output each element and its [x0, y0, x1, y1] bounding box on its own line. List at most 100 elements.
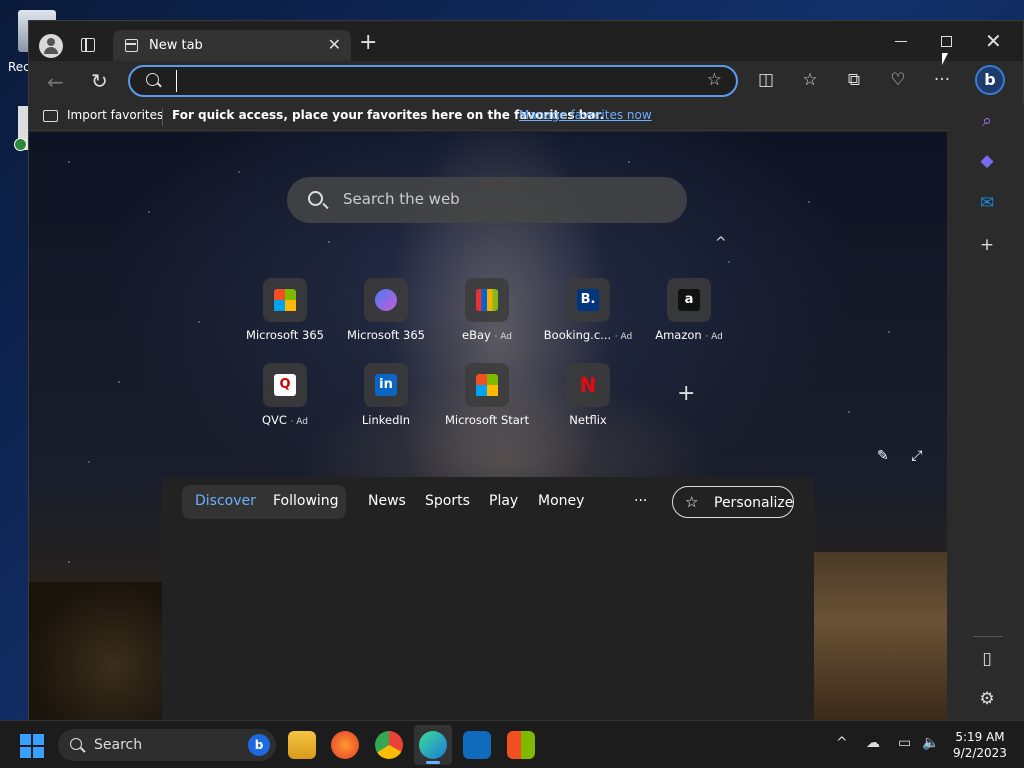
title-bar: New tab ✕ + ✕: [29, 21, 1023, 61]
onedrive-cloud-icon[interactable]: ☁: [866, 735, 880, 751]
search-icon: [146, 73, 159, 86]
show-hidden-icons-chevron-icon[interactable]: ^: [836, 735, 848, 751]
quick-link-label: LinkedIn: [361, 413, 411, 427]
favorites-icon[interactable]: ☆: [799, 70, 821, 90]
sidebar-add-icon[interactable]: +: [949, 235, 1024, 255]
collapse-chevron-icon[interactable]: ^: [715, 235, 727, 251]
sparkle-star-icon: ☆: [685, 493, 699, 511]
close-tab-icon[interactable]: ✕: [328, 35, 341, 54]
start-button[interactable]: [20, 734, 44, 758]
expand-icon[interactable]: ⤢: [911, 448, 922, 464]
tab-play[interactable]: Play: [489, 493, 518, 509]
profile-icon[interactable]: [39, 34, 63, 58]
tab-discover[interactable]: Discover: [195, 493, 256, 509]
taskbar-search[interactable]: Search b: [58, 729, 276, 761]
address-input[interactable]: [176, 70, 696, 92]
file-explorer-icon[interactable]: [288, 731, 316, 759]
search-icon: [308, 191, 323, 206]
edge-sidebar: ⌕ ◆ ✉ + ▯ ⚙: [949, 103, 1024, 721]
quick-link-label: QVC: [261, 413, 287, 427]
firefox-icon[interactable]: [331, 731, 359, 759]
ebay-bag-logo-icon: [465, 278, 509, 322]
microsoft-store-icon[interactable]: [507, 731, 535, 759]
hide-sidebar-icon[interactable]: ▯: [949, 649, 1024, 669]
tab-new-tab[interactable]: New tab ✕: [113, 30, 351, 61]
quick-link-amazon[interactable]: a Amazon · Ad: [641, 278, 737, 358]
add-quick-link-button[interactable]: +: [677, 381, 695, 406]
feed-more-button[interactable]: ···: [634, 493, 647, 509]
volume-icon[interactable]: 🔈: [922, 735, 939, 751]
booking-logo-icon: B.: [566, 278, 610, 322]
recycle-bin-label: Rec: [8, 60, 30, 74]
import-favorites-icon: [43, 110, 58, 122]
new-tab-button[interactable]: +: [359, 32, 377, 54]
quick-link-booking[interactable]: B. Booking.c... · Ad: [540, 278, 636, 358]
tab-following[interactable]: Following: [273, 493, 339, 509]
quick-link-label: Microsoft 365: [246, 328, 324, 342]
amazon-logo-icon: a: [667, 278, 711, 322]
desktop-shortcut-icon[interactable]: [14, 106, 28, 151]
linkedin-logo-icon: in: [364, 363, 408, 407]
microsoft-365-logo-icon: [263, 278, 307, 322]
collections-icon[interactable]: ⧉: [843, 70, 865, 90]
favbar-separator: [162, 108, 163, 126]
outlook-icon[interactable]: [463, 731, 491, 759]
web-search-placeholder: Search the web: [343, 190, 460, 208]
new-tab-page-icon: [125, 39, 138, 52]
microsoft-start-logo-icon: [465, 363, 509, 407]
toolbar: ← ↻ ☆ ◫ ☆ ⧉ ♡ ··· b: [29, 61, 1023, 103]
chrome-icon[interactable]: [375, 731, 403, 759]
taskbar: Search b ^ ☁ ▭ 🔈 5:19 AM 9/2/2023: [0, 720, 1024, 768]
quick-link-linkedin[interactable]: in LinkedIn: [338, 363, 434, 443]
favorites-bar: Import favorites For quick access, place…: [29, 103, 949, 131]
tab-money[interactable]: Money: [538, 493, 584, 509]
personalize-button[interactable]: ☆ Personalize: [672, 486, 794, 518]
check-badge-icon: [14, 138, 27, 151]
bing-copilot-button[interactable]: b: [975, 65, 1005, 95]
quick-link-microsoft-365[interactable]: Microsoft 365: [237, 278, 333, 358]
mouse-cursor: [942, 53, 948, 65]
quick-link-label: Amazon: [655, 328, 702, 342]
sidebar-copilot-icon[interactable]: ◆: [949, 151, 1024, 171]
quick-link-label: Microsoft Start: [444, 413, 530, 427]
personalize-label: Personalize: [714, 495, 794, 511]
bing-icon: b: [248, 734, 270, 756]
copilot-logo-icon: [364, 278, 408, 322]
refresh-button[interactable]: ↻: [91, 69, 108, 93]
favorite-star-icon[interactable]: ☆: [707, 70, 722, 90]
tab-news[interactable]: News: [368, 493, 406, 509]
tab-actions-icon[interactable]: [81, 38, 95, 52]
web-search-box[interactable]: Search the web: [287, 177, 687, 223]
minimize-button[interactable]: [893, 31, 909, 47]
sidebar-settings-gear-icon[interactable]: ⚙: [949, 689, 1024, 709]
close-window-button[interactable]: ✕: [985, 29, 1002, 53]
browser-window: New tab ✕ + ✕ ← ↻ ☆ ◫ ☆ ⧉ ♡ ··· b Import…: [28, 20, 1024, 721]
quick-link-microsoft-start[interactable]: Microsoft Start: [439, 363, 535, 443]
maximize-button[interactable]: [941, 36, 952, 47]
new-tab-page: Search the web ^ Microsoft 365 Microsoft…: [29, 132, 947, 721]
edge-icon[interactable]: [419, 731, 447, 759]
quick-link-qvc[interactable]: Q QVC · Ad: [237, 363, 333, 443]
back-button[interactable]: ←: [47, 70, 64, 94]
more-options-icon[interactable]: ···: [931, 70, 953, 90]
taskbar-clock[interactable]: 5:19 AM 9/2/2023: [950, 729, 1010, 761]
background-ground-left: [29, 582, 169, 721]
manage-favorites-link[interactable]: Manage favorites now: [519, 108, 652, 122]
netflix-logo-icon: N: [566, 363, 610, 407]
import-favorites-button[interactable]: Import favorites: [67, 108, 163, 122]
taskbar-search-label: Search: [94, 737, 143, 753]
split-screen-icon[interactable]: ◫: [755, 70, 777, 90]
quick-link-microsoft-365-copilot[interactable]: Microsoft 365: [338, 278, 434, 358]
quick-link-ebay[interactable]: eBay · Ad: [439, 278, 535, 358]
sidebar-search-icon[interactable]: ⌕: [949, 111, 1024, 131]
sidebar-outlook-icon[interactable]: ✉: [949, 193, 1024, 213]
quick-link-netflix[interactable]: N Netflix: [540, 363, 636, 443]
edit-background-icon[interactable]: ✎: [877, 448, 889, 464]
tab-sports[interactable]: Sports: [425, 493, 470, 509]
image-controls: ✎ ⤢: [877, 448, 922, 464]
browser-essentials-icon[interactable]: ♡: [887, 70, 909, 90]
clock-time: 5:19 AM: [955, 730, 1005, 744]
quick-link-label: Booking.c...: [543, 328, 612, 342]
address-bar[interactable]: ☆: [128, 65, 738, 97]
network-icon[interactable]: ▭: [898, 735, 911, 751]
